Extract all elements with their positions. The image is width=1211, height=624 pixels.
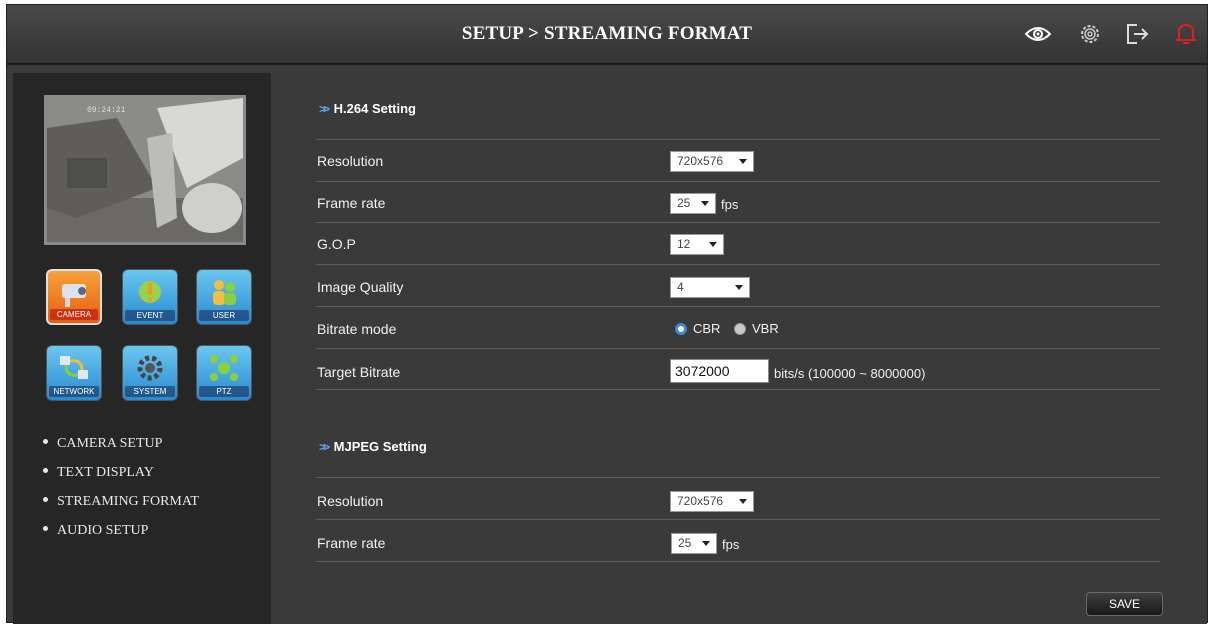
h264-image-quality-label: Image Quality xyxy=(317,279,404,295)
divider xyxy=(316,181,1160,182)
camera-icon xyxy=(48,275,100,311)
system-gear-icon xyxy=(123,350,177,386)
cbr-label: CBR xyxy=(693,321,721,336)
network-icon xyxy=(47,350,101,386)
save-button[interactable]: SAVE xyxy=(1086,592,1163,616)
eye-icon[interactable] xyxy=(1024,20,1052,48)
h264-gop-label: G.O.P xyxy=(317,236,356,252)
mjpeg-frame-rate-select[interactable]: 25 xyxy=(671,533,717,554)
network-menu-button[interactable]: NETWORK xyxy=(46,345,102,401)
divider xyxy=(316,139,1160,140)
divider xyxy=(316,264,1160,265)
h264-resolution-select[interactable]: 720x576 xyxy=(670,151,754,172)
h264-gop-select[interactable]: 12 xyxy=(670,234,724,255)
h264-bitrate-mode-label: Bitrate mode xyxy=(317,321,397,337)
ptz-menu-button[interactable]: PTZ xyxy=(196,345,252,401)
preview-timestamp: 09:24:21 xyxy=(87,106,126,115)
chevron-down-icon xyxy=(739,499,747,504)
setup-submenu: CAMERA SETUP TEXT DISPLAY STREAMING FORM… xyxy=(43,435,199,551)
double-chevron-icon: >> xyxy=(319,440,330,454)
divider xyxy=(316,222,1160,223)
divider xyxy=(316,561,1160,562)
h264-frame-rate-label: Frame rate xyxy=(317,195,386,211)
gear-icon[interactable] xyxy=(1076,20,1104,48)
mjpeg-section-title: >> MJPEG Setting xyxy=(319,439,427,454)
alarm-bell-icon[interactable] xyxy=(1172,20,1200,48)
chevron-down-icon xyxy=(701,201,709,206)
divider xyxy=(316,389,1160,390)
h264-target-bitrate-label: Target Bitrate xyxy=(317,364,401,380)
mjpeg-resolution-label: Resolution xyxy=(317,493,384,509)
mjpeg-resolution-select[interactable]: 720x576 xyxy=(670,491,754,512)
bitrate-unit-range: bits/s (100000 ~ 8000000) xyxy=(774,366,926,381)
submenu-camera-setup[interactable]: CAMERA SETUP xyxy=(43,435,199,464)
divider xyxy=(316,348,1160,349)
double-chevron-icon: >> xyxy=(319,102,330,116)
vbr-label: VBR xyxy=(752,321,779,336)
fps-unit: fps xyxy=(721,197,739,212)
vbr-radio[interactable] xyxy=(734,323,746,335)
ptz-icon xyxy=(197,350,251,386)
system-menu-button[interactable]: SYSTEM xyxy=(122,345,178,401)
chevron-down-icon xyxy=(735,285,743,290)
camera-menu-button[interactable]: CAMERA xyxy=(46,269,102,325)
event-icon xyxy=(123,274,177,310)
app-window: SETUP > STREAMING FORMAT 09:24:21 CAMERA… xyxy=(6,4,1208,624)
bullet-icon xyxy=(43,526,48,532)
chevron-down-icon xyxy=(739,159,747,164)
h264-frame-rate-select[interactable]: 25 xyxy=(670,193,716,214)
main-panel: >> H.264 Setting Resolution 720x576 Fram… xyxy=(271,73,1207,624)
chevron-down-icon xyxy=(702,541,710,546)
h264-image-quality-select[interactable]: 4 xyxy=(670,277,750,298)
divider xyxy=(316,477,1160,478)
bullet-icon xyxy=(43,468,48,474)
submenu-streaming-format[interactable]: STREAMING FORMAT xyxy=(43,493,199,522)
h264-section-title: >> H.264 Setting xyxy=(319,101,416,116)
bullet-icon xyxy=(43,439,48,445)
logout-icon[interactable] xyxy=(1124,20,1152,48)
event-menu-button[interactable]: EVENT xyxy=(122,269,178,325)
h264-resolution-label: Resolution xyxy=(317,153,384,169)
header-bar: SETUP > STREAMING FORMAT xyxy=(7,5,1207,65)
user-menu-button[interactable]: USER xyxy=(196,269,252,325)
divider xyxy=(316,306,1160,307)
submenu-text-display[interactable]: TEXT DISPLAY xyxy=(43,464,199,493)
bullet-icon xyxy=(43,497,48,503)
fps-unit: fps xyxy=(722,537,740,552)
user-icon xyxy=(197,274,251,310)
target-bitrate-input[interactable] xyxy=(670,359,769,383)
sidebar: 09:24:21 CAMERA EVENT USER NETWORK SYSTE… xyxy=(13,73,271,624)
camera-preview: 09:24:21 xyxy=(44,95,246,245)
divider xyxy=(316,519,1160,520)
mjpeg-frame-rate-label: Frame rate xyxy=(317,535,386,551)
submenu-audio-setup[interactable]: AUDIO SETUP xyxy=(43,522,199,551)
chevron-down-icon xyxy=(709,242,717,247)
cbr-radio[interactable] xyxy=(675,323,687,335)
